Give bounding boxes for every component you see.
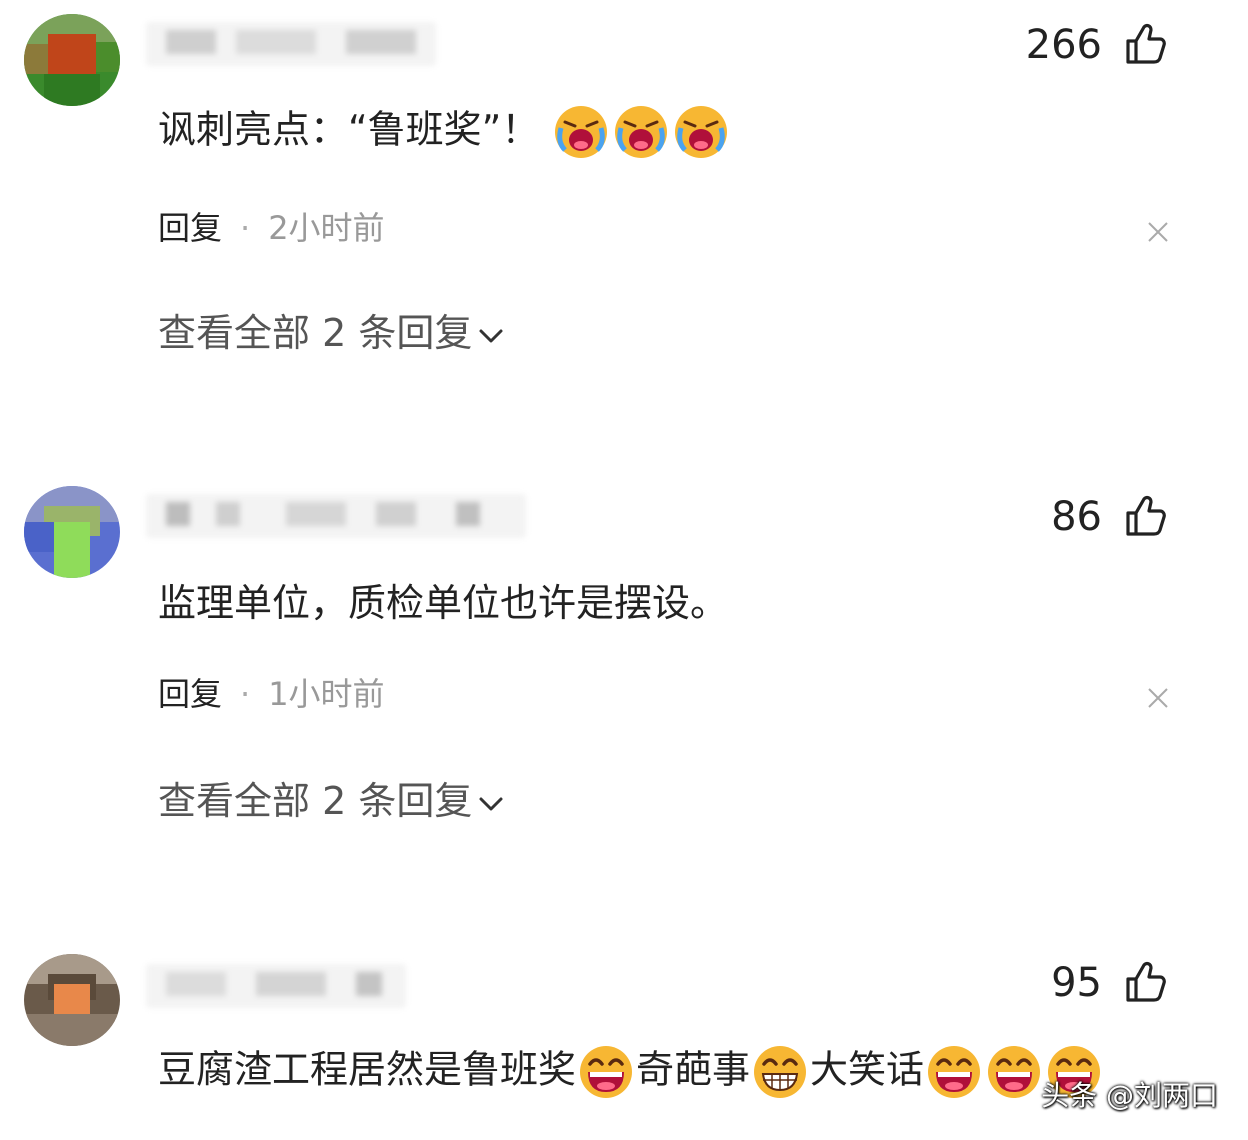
view-replies-label: 查看全部 2 条回复 — [158, 311, 473, 355]
username-blurred[interactable] — [146, 494, 526, 538]
comment-meta: 回复 · 2小时前 — [158, 206, 385, 250]
like-count: 95 — [1051, 960, 1102, 1006]
avatar[interactable] — [24, 954, 120, 1046]
close-icon[interactable] — [1146, 686, 1170, 710]
comment-text-part: 大笑话 — [810, 1047, 925, 1092]
like-count: 266 — [1025, 22, 1102, 68]
chevron-down-icon — [476, 321, 506, 351]
chevron-down-icon — [476, 789, 506, 819]
laughing-face-emoji — [578, 1044, 634, 1100]
avatar[interactable] — [24, 486, 120, 578]
comment-text-content: 讽刺亮点：“鲁班奖”！ — [158, 107, 540, 152]
avatar[interactable] — [24, 14, 120, 106]
thumbs-up-icon[interactable] — [1124, 494, 1168, 538]
watermark: 头条 @刘两口 — [1041, 1079, 1218, 1112]
username-blurred[interactable] — [146, 964, 406, 1008]
view-replies-label: 查看全部 2 条回复 — [158, 779, 473, 823]
crying-face-emoji — [553, 104, 609, 160]
comment-text: 监理单位，质检单位也许是摆设。 — [158, 581, 729, 625]
separator-dot: · — [240, 675, 251, 713]
laughing-face-emoji — [926, 1044, 982, 1100]
comment-meta: 回复 · 1小时前 — [158, 672, 385, 716]
separator-dot: · — [240, 209, 251, 247]
grinning-face-emoji — [752, 1044, 808, 1100]
comment-text: 豆腐渣工程居然是鲁班奖 奇葩事 大笑话 — [158, 1044, 1104, 1100]
close-icon[interactable] — [1146, 220, 1170, 244]
comment-text-part: 豆腐渣工程居然是鲁班奖 — [158, 1047, 577, 1092]
reply-button[interactable]: 回复 — [158, 675, 222, 713]
reply-button[interactable]: 回复 — [158, 209, 222, 247]
crying-face-emoji — [613, 104, 669, 160]
username-blurred[interactable] — [146, 22, 436, 66]
thumbs-up-icon[interactable] — [1124, 960, 1168, 1004]
comment-text: 讽刺亮点：“鲁班奖”！ — [158, 104, 731, 160]
timestamp: 2小时前 — [268, 209, 385, 247]
view-all-replies-button[interactable]: 查看全部 2 条回复 — [158, 308, 506, 358]
crying-face-emoji — [673, 104, 729, 160]
comment-text-part: 奇葩事 — [636, 1047, 751, 1092]
like-count: 86 — [1051, 494, 1102, 540]
thumbs-up-icon[interactable] — [1124, 22, 1168, 66]
laughing-face-emoji — [986, 1044, 1042, 1100]
timestamp: 1小时前 — [268, 675, 385, 713]
view-all-replies-button[interactable]: 查看全部 2 条回复 — [158, 776, 506, 826]
